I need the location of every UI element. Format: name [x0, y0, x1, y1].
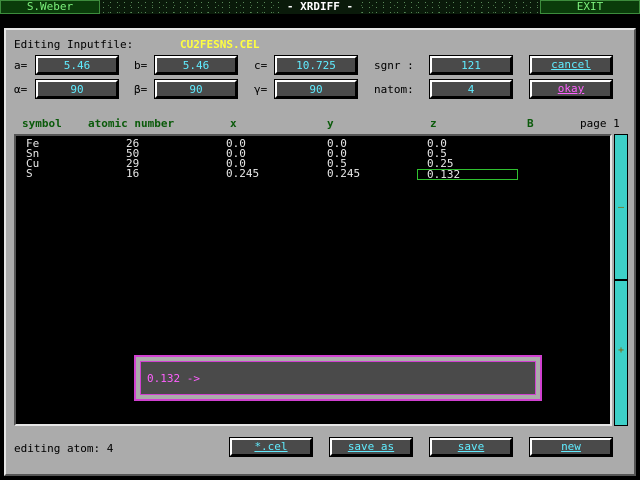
value-input-dialog: 0.132 -> [134, 355, 542, 401]
cancel-button-label: cancel [551, 58, 591, 71]
gamma-label: γ= [254, 83, 268, 96]
b-field[interactable]: 5.46 [154, 55, 238, 75]
c-label: c= [254, 59, 268, 72]
plus-icon: + [617, 345, 625, 356]
table-scrollbar[interactable]: – + [614, 134, 628, 426]
title-bar: S.Weber - XRDIFF - EXIT [0, 0, 640, 14]
col-header-z: z [430, 117, 437, 130]
app-title: - XRDIFF - [100, 0, 540, 14]
editing-inputfile-label: Editing Inputfile: [14, 38, 134, 51]
save-button-label: save [457, 440, 485, 453]
row-4-z-editing-cell[interactable]: 0.132 [417, 169, 518, 180]
alpha-field[interactable]: 90 [35, 79, 119, 99]
author-label: S.Weber [0, 0, 100, 14]
alpha-label: α= [14, 83, 28, 96]
exit-button[interactable]: EXIT [540, 0, 640, 14]
a-label: a= [14, 59, 28, 72]
app-title-text: - XRDIFF - [283, 0, 357, 13]
cel-button-label: *.cel [254, 440, 288, 453]
scroll-down-segment[interactable]: + [614, 280, 628, 426]
beta-label: β= [134, 83, 148, 96]
c-field[interactable]: 10.725 [274, 55, 358, 75]
cel-button[interactable]: *.cel [229, 437, 313, 457]
okay-button[interactable]: okay [529, 79, 613, 99]
value-input-field[interactable]: 0.132 -> [140, 361, 536, 395]
col-header-b: B [527, 117, 534, 130]
save-as-button[interactable]: save as [329, 437, 413, 457]
b-label: b= [134, 59, 148, 72]
page-indicator: page 1 [580, 117, 620, 130]
sgnr-field[interactable]: 121 [429, 55, 513, 75]
sgnr-label: sgnr : [374, 59, 414, 72]
new-button[interactable]: new [529, 437, 613, 457]
col-header-y: y [327, 117, 334, 130]
row-4-y[interactable]: 0.245 [327, 168, 360, 179]
new-button-label: new [561, 440, 581, 453]
col-header-atomic-number: atomic number [88, 117, 175, 130]
okay-button-label: okay [557, 82, 585, 95]
save-as-button-label: save as [347, 440, 395, 453]
a-field[interactable]: 5.46 [35, 55, 119, 75]
col-header-x: x [230, 117, 237, 130]
row-4-atomic-number[interactable]: 16 [126, 168, 139, 179]
natom-field[interactable]: 4 [429, 79, 513, 99]
minus-icon: – [617, 202, 625, 213]
editing-atom-status: editing atom: 4 [14, 442, 114, 455]
save-button[interactable]: save [429, 437, 513, 457]
beta-field[interactable]: 90 [154, 79, 238, 99]
row-4-symbol[interactable]: S [26, 168, 33, 179]
row-4-x[interactable]: 0.245 [226, 168, 259, 179]
scroll-up-segment[interactable]: – [614, 134, 628, 280]
filename: CU2FESNS.CEL [180, 38, 260, 51]
cancel-button[interactable]: cancel [529, 55, 613, 75]
natom-label: natom: [374, 83, 414, 96]
col-header-symbol: symbol [22, 117, 62, 130]
gamma-field[interactable]: 90 [274, 79, 358, 99]
